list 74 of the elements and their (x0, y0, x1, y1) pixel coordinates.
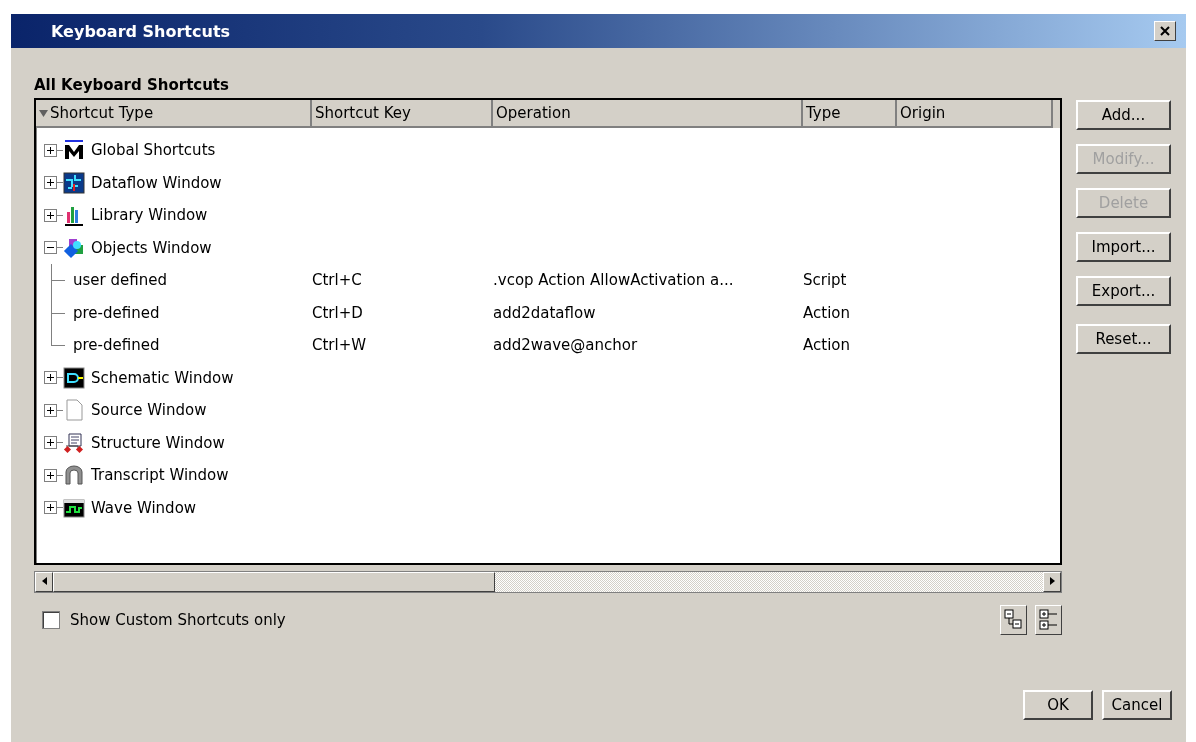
expand-all-button[interactable] (1035, 605, 1062, 635)
tree-item[interactable]: Objects Window (91, 238, 212, 257)
expander-toggle[interactable] (44, 436, 57, 450)
close-button[interactable] (1154, 21, 1176, 41)
plus-icon (47, 406, 54, 414)
plus-icon (47, 211, 54, 219)
checkbox[interactable] (42, 611, 60, 629)
tree-line (51, 264, 65, 297)
left-arrow-icon (41, 577, 47, 585)
close-icon (1160, 26, 1170, 36)
tree-item[interactable]: Global Shortcuts (91, 141, 216, 160)
plus-icon (47, 179, 54, 187)
expander-toggle[interactable] (44, 371, 57, 385)
plus-icon (47, 471, 54, 479)
tree-item[interactable]: Structure Window (91, 433, 225, 452)
table-cell-text: Action (803, 336, 851, 355)
expander-toggle[interactable] (44, 241, 57, 255)
dialog-button[interactable]: OK (1023, 690, 1093, 720)
shapes-icon (63, 236, 85, 259)
sort-icon (39, 108, 48, 118)
section-title: All Keyboard Shortcuts (34, 76, 230, 94)
scroll-left-button[interactable] (35, 572, 53, 592)
circuit-icon (63, 171, 85, 194)
side-button[interactable]: Export... (1076, 276, 1171, 306)
expander-toggle[interactable] (44, 501, 57, 515)
m-letter-icon (63, 139, 85, 162)
table-cell-text: Ctrl+W (312, 336, 368, 355)
right-arrow-icon (1049, 577, 1055, 585)
tree-item[interactable]: pre-defined (73, 303, 160, 322)
tree-line (51, 296, 65, 329)
tree-item[interactable]: Dataflow Window (91, 173, 222, 192)
column-header[interactable]: Shortcut Type (36, 100, 312, 128)
scroll-icon (63, 431, 85, 454)
column-header[interactable]: Type (803, 100, 897, 128)
plus-icon (47, 439, 54, 447)
expander-toggle[interactable] (44, 176, 57, 190)
horizontal-scrollbar[interactable] (34, 571, 1062, 593)
tree-item[interactable]: Wave Window (91, 498, 197, 517)
plus-icon (47, 146, 54, 154)
scroll-right-button[interactable] (1043, 572, 1061, 592)
column-header[interactable]: Origin (897, 100, 1053, 128)
plus-icon (47, 374, 54, 382)
tree-item[interactable]: Schematic Window (91, 368, 234, 387)
plus-icon (47, 504, 54, 512)
checkbox-label[interactable]: Show Custom Shortcuts only (70, 611, 286, 629)
arch-icon (63, 464, 85, 487)
expander-toggle[interactable] (44, 143, 57, 157)
tree-item[interactable]: pre-defined (73, 336, 160, 355)
tree-item[interactable]: Transcript Window (91, 466, 229, 485)
side-button[interactable]: Reset... (1076, 324, 1171, 354)
table-cell-text: Script (803, 271, 848, 290)
table-cell-text: add2dataflow (493, 303, 597, 322)
expander-toggle[interactable] (44, 468, 57, 482)
expand-tree-icon (1038, 609, 1059, 631)
side-button[interactable]: Import... (1076, 232, 1171, 262)
table-cell-text: Action (803, 303, 851, 322)
tree-item[interactable]: Source Window (91, 401, 207, 420)
tree-item[interactable]: user defined (73, 271, 167, 290)
tree-item[interactable]: Library Window (91, 206, 208, 225)
expander-toggle[interactable] (44, 208, 57, 222)
collapse-tree-icon (1003, 609, 1024, 631)
column-header[interactable]: Shortcut Key (312, 100, 493, 128)
side-button[interactable]: Add... (1076, 100, 1171, 130)
table-cell-text: Ctrl+D (312, 303, 364, 322)
table-cell-text: .vcop Action AllowActivation a... (493, 271, 735, 290)
expander-toggle[interactable] (44, 403, 57, 417)
bar-chart-icon (63, 204, 85, 227)
column-header[interactable]: Operation (493, 100, 803, 128)
document-icon (63, 399, 85, 422)
table-cell-text: Ctrl+C (312, 271, 363, 290)
dialog-button[interactable]: Cancel (1102, 690, 1172, 720)
collapse-all-button[interactable] (1000, 605, 1027, 635)
table-cell-text: add2wave@anchor (493, 336, 639, 355)
window-title: Keyboard Shortcuts (51, 21, 231, 41)
